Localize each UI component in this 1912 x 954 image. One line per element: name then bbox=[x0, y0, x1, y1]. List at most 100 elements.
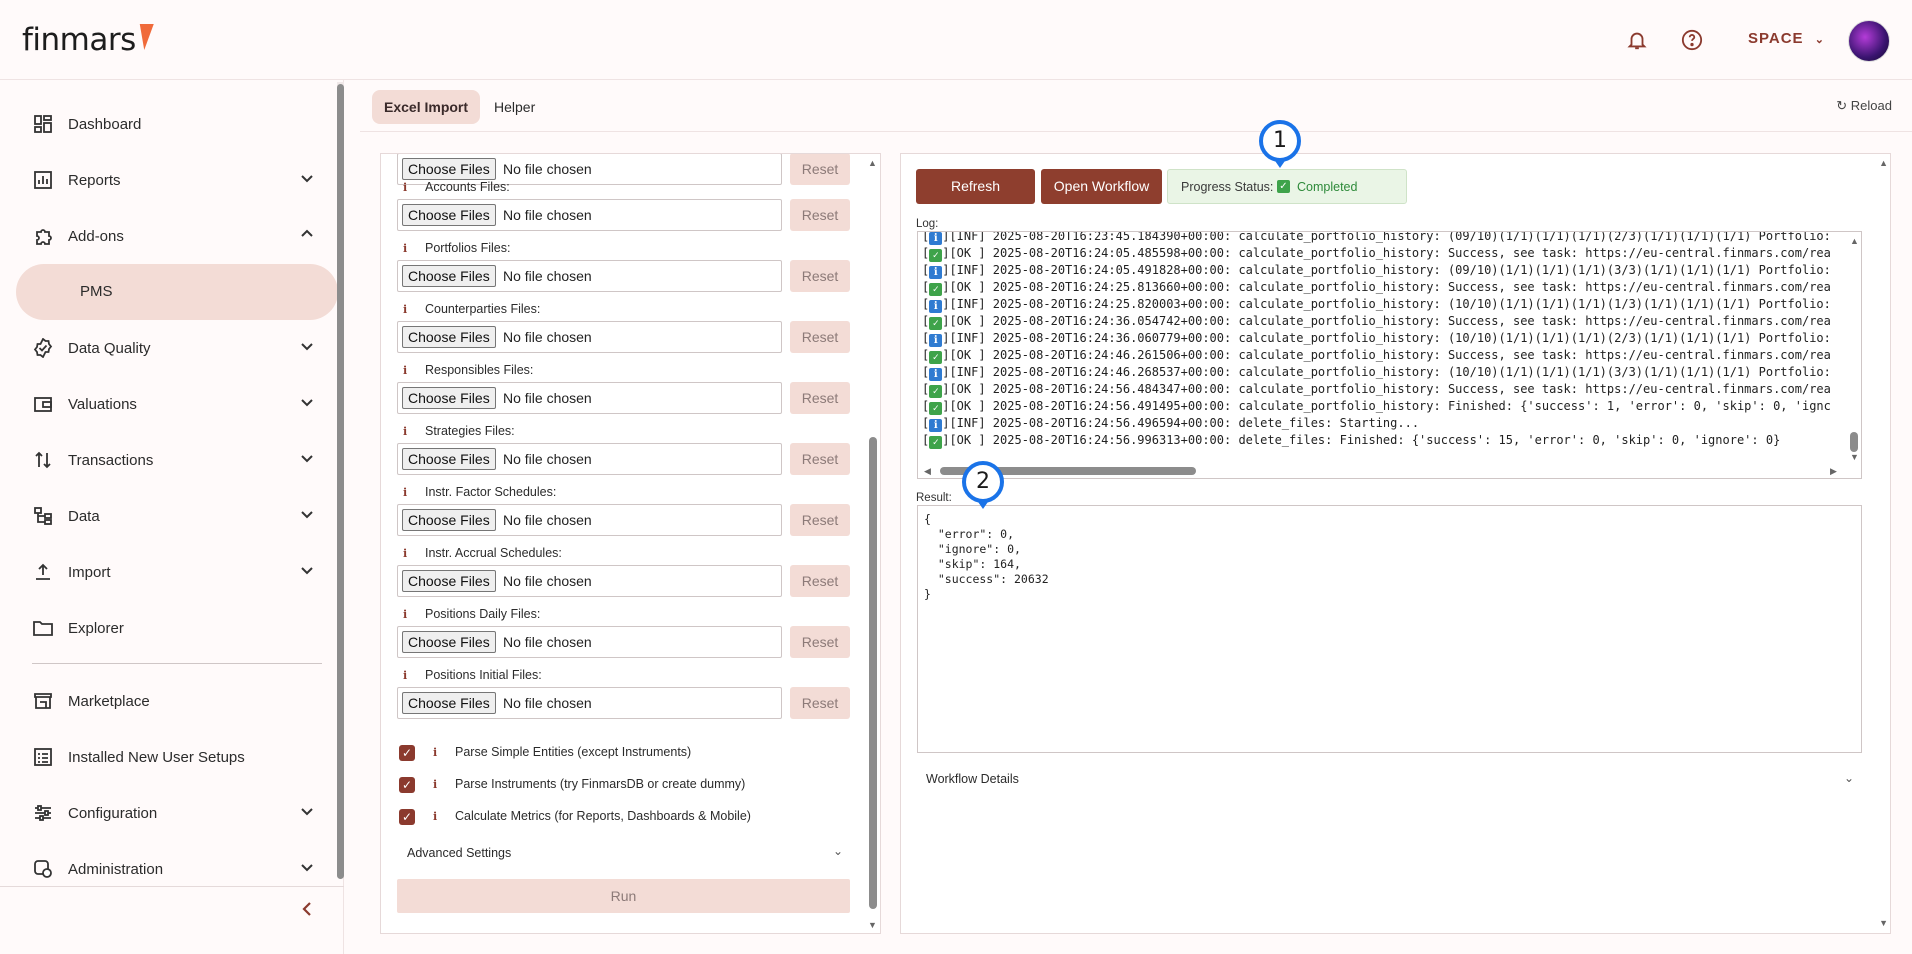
check-icon[interactable]: ✓ bbox=[399, 777, 415, 793]
choose-files-button[interactable]: Choose Files bbox=[402, 448, 496, 470]
scroll-down-icon[interactable]: ▼ bbox=[868, 920, 877, 930]
advanced-settings-toggle[interactable]: Advanced Settings ⌄ bbox=[407, 844, 849, 860]
tab-helper[interactable]: Helper bbox=[482, 90, 547, 124]
log-horizontal-scrollbar[interactable]: ◀ ▶ bbox=[918, 464, 1861, 478]
sidebar-item-reports[interactable]: Reports bbox=[0, 155, 340, 205]
reset-button[interactable]: Reset bbox=[790, 565, 850, 597]
choose-files-button[interactable]: Choose Files bbox=[402, 158, 496, 180]
refresh-button[interactable]: Refresh bbox=[916, 169, 1035, 204]
check-icon[interactable]: ✓ bbox=[399, 745, 415, 761]
file-input[interactable]: Choose Files No file chosen bbox=[397, 565, 782, 597]
space-selector[interactable]: SPACE ⌄ bbox=[1748, 30, 1825, 47]
choose-files-button[interactable]: Choose Files bbox=[402, 387, 496, 409]
sidebar-item-installed-setups[interactable]: Installed New User Setups bbox=[0, 732, 340, 782]
reset-button[interactable]: Reset bbox=[790, 687, 850, 719]
file-status: No file chosen bbox=[503, 207, 592, 223]
choose-files-button[interactable]: Choose Files bbox=[402, 204, 496, 226]
scroll-up-icon[interactable]: ▲ bbox=[1850, 236, 1859, 246]
result-output[interactable]: { "error": 0, "ignore": 0, "skip": 164, … bbox=[917, 505, 1862, 753]
log-line: [i][INF] 2025-08-20T16:24:05.491828+00:0… bbox=[922, 263, 1831, 279]
reset-button[interactable]: Reset bbox=[790, 260, 850, 292]
scroll-down-icon[interactable]: ▼ bbox=[1879, 918, 1888, 928]
log-line: [i][INF] 2025-08-20T16:24:36.060779+00:0… bbox=[922, 331, 1831, 347]
help-icon[interactable] bbox=[1678, 26, 1706, 54]
sidebar-item-data[interactable]: Data bbox=[0, 491, 340, 541]
sidebar-item-pms[interactable]: PMS bbox=[16, 264, 338, 320]
dashboard-icon bbox=[32, 113, 54, 135]
sidebar-item-data-quality[interactable]: Data Quality bbox=[0, 323, 340, 373]
wallet-icon bbox=[32, 393, 54, 415]
run-button[interactable]: Run bbox=[397, 879, 850, 913]
ok-check-icon: ✓ bbox=[929, 402, 943, 415]
choose-files-button[interactable]: Choose Files bbox=[402, 631, 496, 653]
sidebar-item-import[interactable]: Import bbox=[0, 547, 340, 597]
choose-files-button[interactable]: Choose Files bbox=[402, 326, 496, 348]
reload-button[interactable]: ↻ Reload bbox=[1836, 98, 1892, 114]
open-workflow-button[interactable]: Open Workflow bbox=[1041, 169, 1162, 204]
choose-files-button[interactable]: Choose Files bbox=[402, 265, 496, 287]
info-icon: i bbox=[929, 266, 943, 279]
ok-check-icon: ✓ bbox=[929, 283, 943, 296]
file-field-label: i Positions Daily Files: bbox=[403, 607, 541, 621]
chevron-up-icon bbox=[300, 227, 314, 246]
chevron-down-icon: ⌄ bbox=[832, 844, 843, 858]
reset-button[interactable]: Reset bbox=[790, 199, 850, 231]
sidebar-item-explorer[interactable]: Explorer bbox=[0, 603, 340, 653]
scroll-up-icon[interactable]: ▲ bbox=[868, 158, 877, 168]
chart-icon bbox=[32, 169, 54, 191]
log-line: [✓][OK ] 2025-08-20T16:24:56.491495+00:0… bbox=[922, 399, 1831, 415]
collapse-sidebar-icon[interactable] bbox=[300, 900, 314, 923]
sidebar-scroll-thumb[interactable] bbox=[337, 84, 344, 879]
reset-button[interactable]: Reset bbox=[790, 382, 850, 414]
sidebar-item-transactions[interactable]: Transactions bbox=[0, 435, 340, 485]
check-icon[interactable]: ✓ bbox=[399, 809, 415, 825]
scroll-right-icon[interactable]: ▶ bbox=[1830, 466, 1837, 477]
file-input[interactable]: Choose Files No file chosen bbox=[397, 260, 782, 292]
sidebar-item-configuration[interactable]: Configuration bbox=[0, 788, 340, 838]
file-input[interactable]: Choose Files No file chosen bbox=[397, 504, 782, 536]
choose-files-button[interactable]: Choose Files bbox=[402, 509, 496, 531]
choose-files-button[interactable]: Choose Files bbox=[402, 570, 496, 592]
file-field-label: i Strategies Files: bbox=[403, 424, 515, 438]
info-icon: i bbox=[929, 419, 943, 432]
file-input[interactable]: Choose Files No file chosen bbox=[397, 443, 782, 475]
file-input[interactable]: Choose Files No file chosen bbox=[397, 626, 782, 658]
file-status: No file chosen bbox=[503, 695, 592, 711]
file-field-label: i Positions Initial Files: bbox=[403, 668, 542, 682]
sliders-icon bbox=[32, 802, 54, 824]
file-input[interactable]: Choose Files No file chosen bbox=[397, 687, 782, 719]
reset-button[interactable]: Reset bbox=[790, 443, 850, 475]
file-input[interactable]: Choose Files No file chosen bbox=[397, 321, 782, 353]
finmars-logo[interactable]: finmars bbox=[22, 22, 154, 58]
reset-button[interactable]: Reset bbox=[790, 504, 850, 536]
chevron-down-icon bbox=[300, 507, 314, 526]
upload-icon bbox=[32, 561, 54, 583]
log-output[interactable]: [i][INF] 2025-08-20T16:23:45.184390+00:0… bbox=[917, 231, 1862, 479]
scroll-left-icon[interactable]: ◀ bbox=[924, 466, 931, 477]
logo-mark-icon bbox=[134, 24, 154, 50]
choose-files-button[interactable]: Choose Files bbox=[402, 692, 496, 714]
log-vertical-scrollbar[interactable]: ▲ ▼ bbox=[1847, 232, 1861, 466]
tab-excel-import[interactable]: Excel Import bbox=[372, 90, 481, 124]
log-vscroll-thumb[interactable] bbox=[1850, 432, 1858, 452]
sidebar-item-dashboard[interactable]: Dashboard bbox=[0, 99, 340, 149]
sidebar-item-marketplace[interactable]: Marketplace bbox=[0, 676, 340, 726]
workflow-details-toggle[interactable]: Workflow Details ⌄ bbox=[926, 771, 1866, 786]
sidebar-item-valuations[interactable]: Valuations bbox=[0, 379, 340, 429]
reset-button[interactable]: Reset bbox=[790, 626, 850, 658]
sidebar-scrollbar[interactable] bbox=[337, 82, 344, 879]
reset-button[interactable]: Reset bbox=[790, 321, 850, 353]
avatar[interactable] bbox=[1848, 20, 1890, 62]
import-panel-scroll-thumb[interactable] bbox=[869, 437, 877, 909]
sidebar-item-add-ons[interactable]: Add-ons bbox=[0, 211, 340, 261]
reset-button[interactable]: Reset bbox=[790, 154, 850, 185]
bell-icon[interactable] bbox=[1623, 26, 1651, 54]
scroll-down-icon[interactable]: ▼ bbox=[1850, 452, 1859, 462]
log-line: [i][INF] 2025-08-20T16:23:45.184390+00:0… bbox=[922, 231, 1831, 245]
file-input[interactable]: Choose Files No file chosen bbox=[397, 199, 782, 231]
file-input[interactable]: Choose Files No file chosen bbox=[397, 382, 782, 414]
import-panel-scrollbar[interactable]: ▲ ▼ bbox=[865, 154, 880, 933]
scroll-up-icon[interactable]: ▲ bbox=[1879, 158, 1888, 168]
chevron-down-icon: ⌄ bbox=[1843, 771, 1854, 785]
ok-check-icon: ✓ bbox=[929, 351, 943, 364]
